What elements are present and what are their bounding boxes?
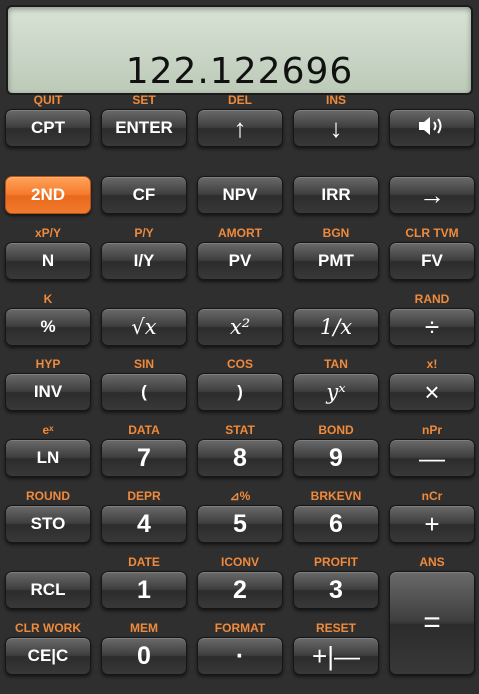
secondary-label-ins: INS xyxy=(325,93,346,107)
secondary-label-hyp: HYP xyxy=(35,357,61,371)
secondary-label-factorial: x! xyxy=(426,357,438,371)
n-key[interactable]: N xyxy=(5,242,91,280)
secondary-label-xpy: xP/Y xyxy=(34,226,61,240)
secondary-label-set: SET xyxy=(132,93,156,107)
secondary-label-amort: AMORT xyxy=(218,226,262,240)
pmt-key[interactable]: PMT xyxy=(293,242,379,280)
rcl-key[interactable]: RCL xyxy=(5,571,91,609)
digit-2-key[interactable]: 2 xyxy=(197,571,283,609)
secondary-label-sin: SIN xyxy=(133,357,154,371)
square-key[interactable]: x² xyxy=(197,308,283,346)
divide-key[interactable]: ÷ xyxy=(389,308,475,346)
digit-0-key[interactable]: 0 xyxy=(101,637,187,675)
secondary-label-py: P/Y xyxy=(134,226,154,240)
close-paren-key[interactable]: ) xyxy=(197,373,283,411)
iy-key[interactable]: I/Y xyxy=(101,242,187,280)
secondary-label-quit: QUIT xyxy=(33,93,63,107)
sound-toggle-key[interactable] xyxy=(389,109,475,147)
down-arrow-key[interactable]: ↓ xyxy=(293,109,379,147)
up-arrow-key[interactable]: ↑ xyxy=(197,109,283,147)
equals-key[interactable]: = xyxy=(389,571,475,675)
digit-1-key[interactable]: 1 xyxy=(101,571,187,609)
secondary-label-reset: RESET xyxy=(315,621,356,635)
decimal-point-key[interactable]: · xyxy=(197,637,283,675)
secondary-label-ncr: nCr xyxy=(421,489,443,503)
secondary-label-k: K xyxy=(43,292,53,306)
enter-key[interactable]: ENTER xyxy=(101,109,187,147)
sign-change-key[interactable]: +|— xyxy=(293,637,379,675)
power-key[interactable]: yˣ xyxy=(293,373,379,411)
cpt-key[interactable]: CPT xyxy=(5,109,91,147)
inv-key[interactable]: INV xyxy=(5,373,91,411)
digit-5-key[interactable]: 5 xyxy=(197,505,283,543)
secondary-label-iconv: ICONV xyxy=(220,555,259,569)
secondary-label-rand: RAND xyxy=(414,292,450,306)
secondary-label-bgn: BGN xyxy=(322,226,350,240)
secondary-label-stat: STAT xyxy=(225,423,255,437)
secondary-label-mem: MEM xyxy=(130,621,158,635)
pv-key[interactable]: PV xyxy=(197,242,283,280)
digit-4-key[interactable]: 4 xyxy=(101,505,187,543)
cf-key[interactable]: CF xyxy=(101,176,187,214)
secondary-label-delta-percent: ⊿% xyxy=(229,489,251,503)
ln-key[interactable]: LN xyxy=(5,439,91,477)
secondary-label-depr: DEPR xyxy=(127,489,161,503)
secondary-label-data: DATA xyxy=(128,423,160,437)
secondary-label-del: DEL xyxy=(228,93,252,107)
secondary-label-clr-tvm: CLR TVM xyxy=(405,226,459,240)
multiply-key[interactable]: × xyxy=(389,373,475,411)
secondary-label-exp: eˣ xyxy=(42,423,54,437)
secondary-label-date: DATE xyxy=(128,555,160,569)
speaker-icon xyxy=(417,115,447,142)
secondary-label-tan: TAN xyxy=(324,357,348,371)
secondary-label-npr: nPr xyxy=(421,423,442,437)
npv-key[interactable]: NPV xyxy=(197,176,283,214)
clear-entry-key[interactable]: CE|C xyxy=(5,637,91,675)
minus-key[interactable]: — xyxy=(389,439,475,477)
second-function-key[interactable]: 2ND xyxy=(5,176,91,214)
secondary-label-format: FORMAT xyxy=(214,621,266,635)
secondary-label-bond: BOND xyxy=(318,423,354,437)
digit-7-key[interactable]: 7 xyxy=(101,439,187,477)
plus-key[interactable]: + xyxy=(389,505,475,543)
secondary-label-cos: COS xyxy=(226,357,253,371)
secondary-label-round: ROUND xyxy=(26,489,70,503)
digit-9-key[interactable]: 9 xyxy=(293,439,379,477)
fv-key[interactable]: FV xyxy=(389,242,475,280)
display-screen: 122.122696 xyxy=(6,5,473,95)
reciprocal-key[interactable]: 1/x xyxy=(293,308,379,346)
digit-8-key[interactable]: 8 xyxy=(197,439,283,477)
secondary-label-brkevn: BRKEVN xyxy=(310,489,362,503)
irr-key[interactable]: IRR xyxy=(293,176,379,214)
digit-3-key[interactable]: 3 xyxy=(293,571,379,609)
percent-key[interactable]: % xyxy=(5,308,91,346)
digit-6-key[interactable]: 6 xyxy=(293,505,379,543)
open-paren-key[interactable]: ( xyxy=(101,373,187,411)
sto-key[interactable]: STO xyxy=(5,505,91,543)
square-root-key[interactable]: √x xyxy=(101,308,187,346)
secondary-label-ans: ANS xyxy=(419,555,445,569)
display-value: 122.122696 xyxy=(125,51,354,92)
right-arrow-key[interactable]: → xyxy=(389,176,475,214)
secondary-label-clr-work: CLR WORK xyxy=(15,621,81,635)
secondary-label-profit: PROFIT xyxy=(314,555,358,569)
